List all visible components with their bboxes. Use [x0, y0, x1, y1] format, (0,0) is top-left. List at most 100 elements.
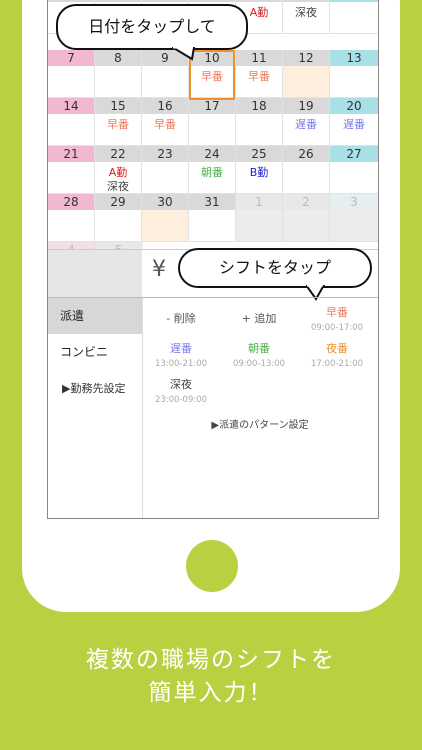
- shift-option-name: 朝番: [248, 342, 270, 355]
- calendar-day-shifts: [283, 210, 329, 242]
- calendar-day-number: 18: [236, 98, 282, 114]
- calendar-day-shifts: B勤: [236, 162, 282, 194]
- shift-label: 朝番: [201, 166, 223, 179]
- calendar-day-cell[interactable]: 23: [142, 146, 189, 194]
- calendar-day-cell[interactable]: 5深夜: [283, 0, 330, 34]
- home-button[interactable]: [186, 540, 238, 592]
- calendar-day-number: 30: [142, 194, 188, 210]
- calendar-day-number: 11: [236, 50, 282, 66]
- totals-bar-side: [48, 250, 142, 298]
- calendar-day-shifts: [236, 210, 282, 242]
- calendar-day-cell[interactable]: 15 早番: [95, 98, 142, 146]
- calendar-day-shifts: [330, 2, 378, 34]
- shift-option-time: 23:00-09:00: [154, 395, 208, 405]
- calendar-day-number: 8: [95, 50, 141, 66]
- calendar-day-cell[interactable]: 3: [330, 194, 378, 242]
- calendar-day-shifts: [48, 162, 94, 194]
- shift-label: 深夜: [295, 6, 317, 19]
- calendar-day-cell[interactable]: 22 A勤 深夜: [95, 146, 142, 194]
- calendar-day-cell[interactable]: 13: [330, 50, 378, 98]
- shift-label: 早番: [107, 118, 129, 131]
- workplace-item-konbini[interactable]: コンビニ: [48, 334, 142, 370]
- workplace-settings-link[interactable]: ▶勤務先設定: [48, 380, 142, 396]
- shift-option-evening[interactable]: 夜番 17:00-21:00: [298, 340, 376, 369]
- calendar-day-shifts: [189, 114, 235, 146]
- shift-option-morning[interactable]: 朝番 09:00-13:00: [220, 340, 298, 369]
- workplace-item-haken[interactable]: 派遣: [48, 298, 142, 334]
- calendar-day-cell[interactable]: 7: [48, 50, 95, 98]
- shift-label: 遅番: [343, 118, 365, 131]
- calendar-day-cell[interactable]: 19 遅番: [283, 98, 330, 146]
- shift-option-early[interactable]: 早番 09:00-17:00: [298, 304, 376, 333]
- calendar-day-cell[interactable]: 20 遅番: [330, 98, 378, 146]
- shift-label: B勤: [249, 166, 269, 179]
- calendar-day-cell[interactable]: 21: [48, 146, 95, 194]
- calendar-day-cell[interactable]: 18: [236, 98, 283, 146]
- calendar-day-cell[interactable]: 14: [48, 98, 95, 146]
- calendar-day-cell[interactable]: 6: [330, 0, 378, 34]
- calendar-day-cell[interactable]: 30: [142, 194, 189, 242]
- shift-option-late[interactable]: 遅番 13:00-21:00: [142, 340, 220, 369]
- calendar-day-cell[interactable]: 2: [283, 194, 330, 242]
- calendar-day-shifts: [142, 162, 188, 194]
- calendar-day-cell[interactable]: 26: [283, 146, 330, 194]
- calendar-day-number: 13: [330, 50, 378, 66]
- calendar-day-number: 23: [142, 146, 188, 162]
- calendar-day-shifts: [330, 66, 378, 98]
- shift-option-time: 17:00-21:00: [310, 359, 364, 369]
- calendar-day-number: 25: [236, 146, 282, 162]
- calendar-day-cell[interactable]: 12: [283, 50, 330, 98]
- calendar-day-cell[interactable]: 31: [189, 194, 236, 242]
- calendar-week-row: 21 22 A勤 深夜 23 24 朝番 25 B勤 26 27: [48, 146, 378, 194]
- calendar-day-number: 26: [283, 146, 329, 162]
- shift-label: 深夜: [107, 180, 129, 193]
- calendar-day-number: 24: [189, 146, 235, 162]
- calendar-day-cell[interactable]: 27: [330, 146, 378, 194]
- calendar-day-shifts: [330, 162, 378, 194]
- shift-option-midnight[interactable]: 深夜 23:00-09:00: [142, 376, 220, 405]
- calendar-day-number: 28: [48, 194, 94, 210]
- calendar-day-number: 3: [330, 194, 378, 210]
- promo-caption-line1: 複数の職場のシフトを: [86, 647, 336, 673]
- calendar-day-shifts: [142, 210, 188, 242]
- shift-input-panel: 派遣 コンビニ ▶勤務先設定 - 削除 + 追加 早番 09:00-17:00 …: [48, 297, 378, 518]
- calendar-day-number: 21: [48, 146, 94, 162]
- calendar-day-shifts: 朝番: [189, 162, 235, 194]
- pattern-settings-link[interactable]: ▶派遣のパターン設定: [142, 416, 378, 431]
- calendar-day-cell[interactable]: 11 早番: [236, 50, 283, 98]
- calendar-day-number: 19: [283, 98, 329, 114]
- shift-option-name: 早番: [326, 306, 348, 319]
- calendar-day-cell[interactable]: 16 早番: [142, 98, 189, 146]
- shift-option-time: 09:00-13:00: [232, 359, 286, 369]
- shift-option-name: 夜番: [326, 342, 348, 355]
- shift-option-time: 13:00-21:00: [154, 359, 208, 369]
- shift-options: - 削除 + 追加 早番 09:00-17:00 遅番 13:00-21:00 …: [142, 298, 378, 518]
- calendar-day-shifts: [283, 66, 329, 98]
- yen-symbol: ¥: [152, 257, 166, 282]
- calendar-day-cell[interactable]: 25 B勤: [236, 146, 283, 194]
- calendar-day-number: 27: [330, 146, 378, 162]
- calendar-day-cell[interactable]: 28: [48, 194, 95, 242]
- shift-label: 早番: [154, 118, 176, 131]
- shift-label: A勤: [108, 166, 128, 179]
- delete-button[interactable]: - 削除: [142, 310, 220, 326]
- app-screen: 4A勤5深夜678910早番11早番12131415早番16早番171819遅番…: [47, 0, 379, 519]
- calendar-day-number: 22: [95, 146, 141, 162]
- shift-option-name: 遅番: [170, 342, 192, 355]
- add-button[interactable]: + 追加: [220, 310, 298, 326]
- calendar-day-cell[interactable]: 17: [189, 98, 236, 146]
- calendar-day-shifts: [95, 210, 141, 242]
- tap-shift-bubble: シフトをタップ: [178, 248, 372, 288]
- calendar-day-cell[interactable]: 24 朝番: [189, 146, 236, 194]
- calendar-day-cell[interactable]: 29: [95, 194, 142, 242]
- calendar-day-shifts: 早番: [236, 66, 282, 98]
- shift-option-name: 深夜: [170, 378, 192, 391]
- calendar-day-shifts: [48, 114, 94, 146]
- calendar-day-number: 2: [283, 194, 329, 210]
- calendar-day-cell[interactable]: 1: [236, 194, 283, 242]
- calendar-day-cell[interactable]: 8: [95, 50, 142, 98]
- calendar-day-number: 15: [95, 98, 141, 114]
- tap-date-bubble: 日付をタップして: [56, 4, 248, 50]
- calendar-week-row: 28 29 30 31 1 2 3: [48, 194, 378, 242]
- calendar-day-shifts: 早番: [142, 114, 188, 146]
